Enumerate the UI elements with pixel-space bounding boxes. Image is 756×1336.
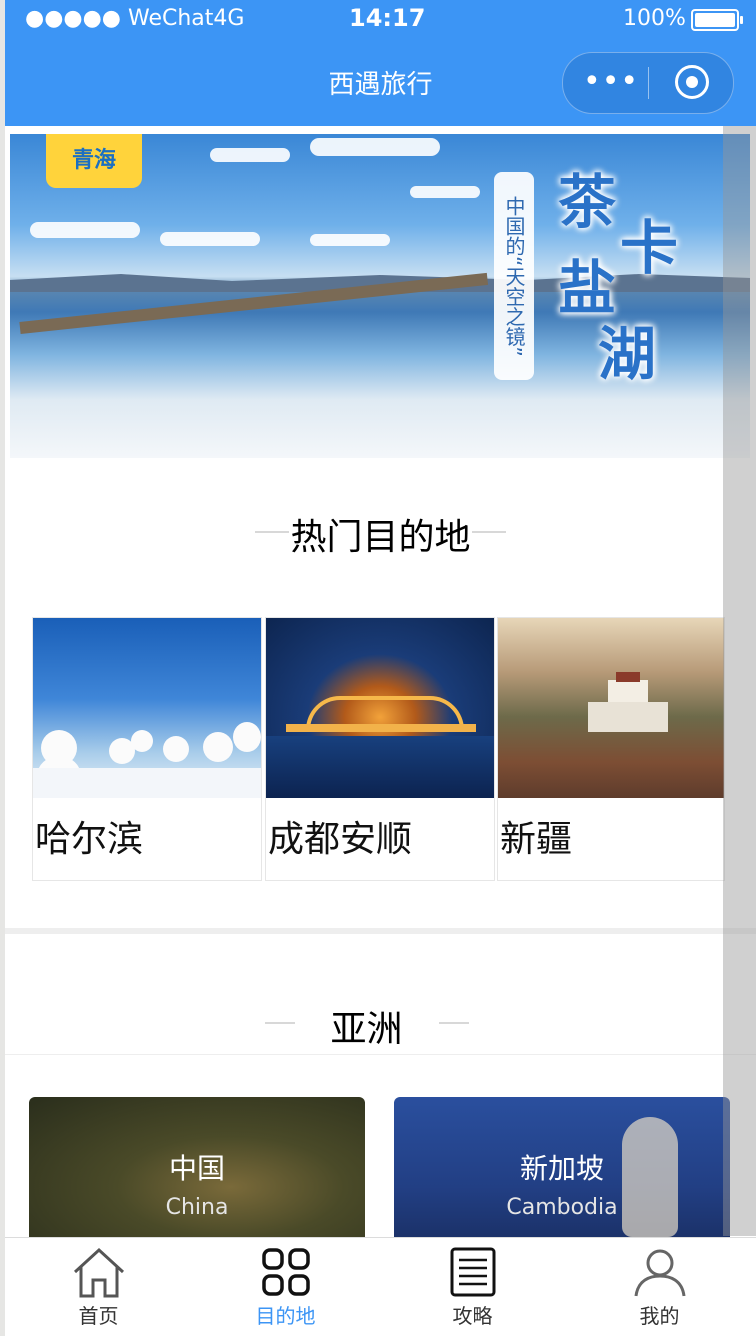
document-icon [450,1247,496,1297]
country-en-name: China [165,1195,229,1220]
dest-name: 哈尔滨 [35,819,144,860]
phone-screen: ●●●●● WeChat4G 14:17 100% 西遇旅行 ••• 青海 中国… [5,0,756,1336]
dest-image [266,618,494,798]
grid-icon [262,1248,310,1296]
dest-name: 新疆 [500,819,573,860]
tab-label: 首页 [78,1304,119,1328]
banner-title: 茶 卡 盐 湖 [550,170,710,420]
top-bar: ●●●●● WeChat4G 14:17 100% 西遇旅行 ••• [5,0,756,126]
dest-card-xinjiang[interactable]: 新疆 [497,617,725,881]
tab-guide[interactable]: 攻略 [379,1238,566,1336]
asia-divider [5,1054,756,1055]
battery-percent: 100% [623,6,686,31]
tab-home[interactable]: 首页 [5,1238,192,1336]
country-en-name: Cambodia [506,1195,618,1220]
dest-card-harbin[interactable]: 哈尔滨 [32,617,262,881]
banner-title-char: 盐 [558,254,617,322]
asia-card-china[interactable]: 中国 China [29,1097,365,1247]
tab-label: 目的地 [255,1304,316,1328]
status-time: 14:17 [349,4,426,32]
country-name: 新加坡 [519,1152,604,1185]
signal-carrier: ●●●●● WeChat4G [25,6,245,31]
region-tag: 青海 [46,134,142,188]
dest-image [498,618,724,798]
battery-icon [691,9,743,31]
country-name: 中国 [168,1152,225,1185]
hot-section-title: 热门目的地 [290,517,471,558]
banner-qinghai[interactable]: 青海 中国的“天空之镜” 茶 卡 盐 湖 [10,134,750,458]
banner-title-char: 湖 [598,320,657,388]
asia-section-title: 亚洲 [330,1009,403,1050]
banner-subtitle: 中国的“天空之镜” [494,172,534,380]
home-icon [73,1247,125,1298]
more-dots-icon[interactable]: ••• [583,67,638,97]
dest-name: 成都安顺 [268,819,413,860]
target-circle-icon[interactable] [675,65,709,99]
dest-image [33,618,261,798]
dest-card-chengdu[interactable]: 成都安顺 [265,617,495,881]
capsule-divider [648,67,649,99]
scrollbar-track[interactable] [723,126,756,1236]
tab-label: 攻略 [452,1304,493,1328]
tab-destination[interactable]: 目的地 [192,1238,379,1336]
miniprogram-capsule: ••• [562,52,734,114]
tab-label: 我的 [639,1304,680,1328]
asia-card-singapore[interactable]: 新加坡 Cambodia [394,1097,730,1247]
tab-mine[interactable]: 我的 [566,1238,753,1336]
status-bar: ●●●●● WeChat4G 14:17 100% [5,0,756,38]
banner-title-char: 茶 [558,168,617,236]
section-divider [5,928,756,934]
tab-bar: 首页 目的地 攻略 我的 [5,1237,756,1336]
user-icon [634,1249,686,1297]
banner-title-char: 卡 [620,214,679,282]
